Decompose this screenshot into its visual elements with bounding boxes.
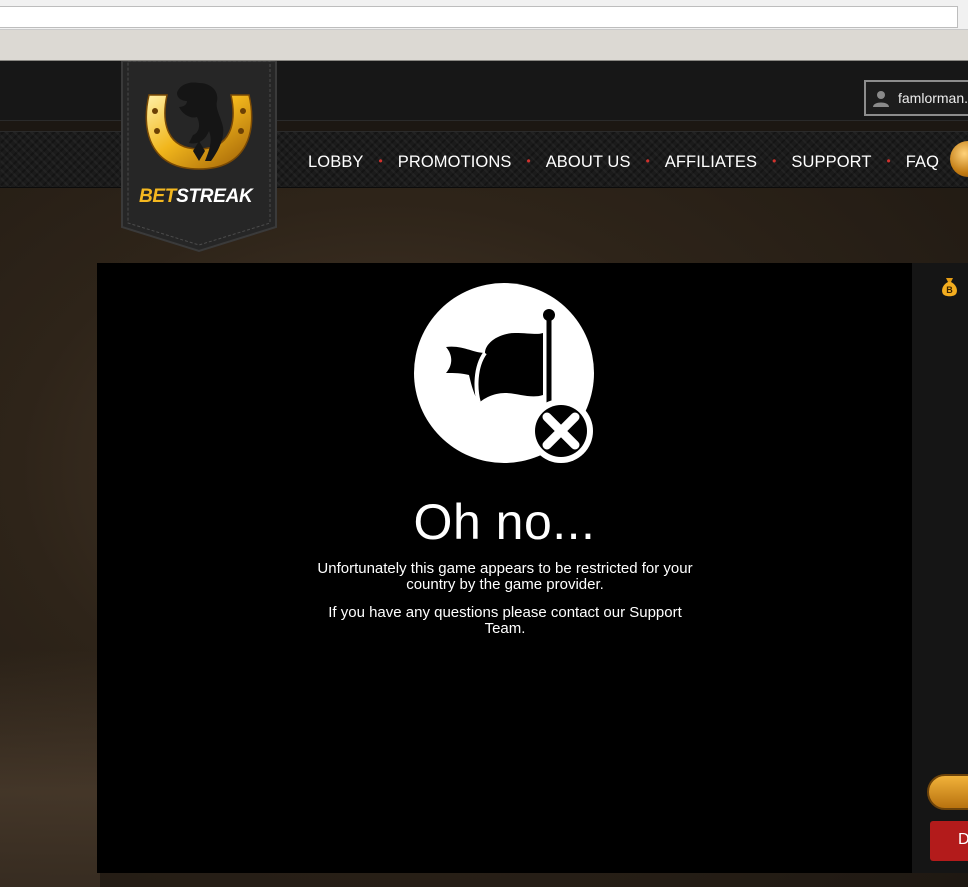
moneybag-icon[interactable]: B [941,277,958,297]
flag-restricted-icon [414,283,594,463]
nav-separator: • [378,154,383,168]
logo-wordmark: BETSTREAK [139,186,253,207]
account-button[interactable]: famlorman. [864,80,968,116]
username-label: famlorman. [898,90,968,106]
support-contact-message: If you have any questions please contact… [328,604,682,637]
deposit-pill-button[interactable] [927,774,968,810]
nav-support[interactable]: SUPPORT [791,153,871,172]
main-navigation: LOBBY • PROMOTIONS • ABOUT US • AFFILIAT… [308,151,939,173]
restriction-message: Unfortunately this game appears to be re… [317,560,693,593]
browser-bookmarks-bar [0,30,968,61]
nav-separator: • [645,154,650,168]
red-action-button[interactable]: D [930,821,968,861]
browser-toolbar [0,0,968,30]
nav-about-us[interactable]: ABOUT US [546,153,631,172]
nav-separator: • [772,154,777,168]
nav-promotions[interactable]: PROMOTIONS [398,153,512,172]
background-horse-scene [0,650,100,887]
nav-separator: • [886,154,891,168]
user-icon [873,91,889,107]
svg-text:B: B [946,285,953,295]
nav-separator: • [526,154,531,168]
error-title: Oh no... [413,494,596,550]
address-bar[interactable] [0,6,958,28]
nav-lobby[interactable]: LOBBY [308,153,364,172]
nav-affiliates[interactable]: AFFILIATES [665,153,757,172]
nav-faq[interactable]: FAQ [906,153,939,172]
betstreak-logo[interactable] [119,61,279,253]
